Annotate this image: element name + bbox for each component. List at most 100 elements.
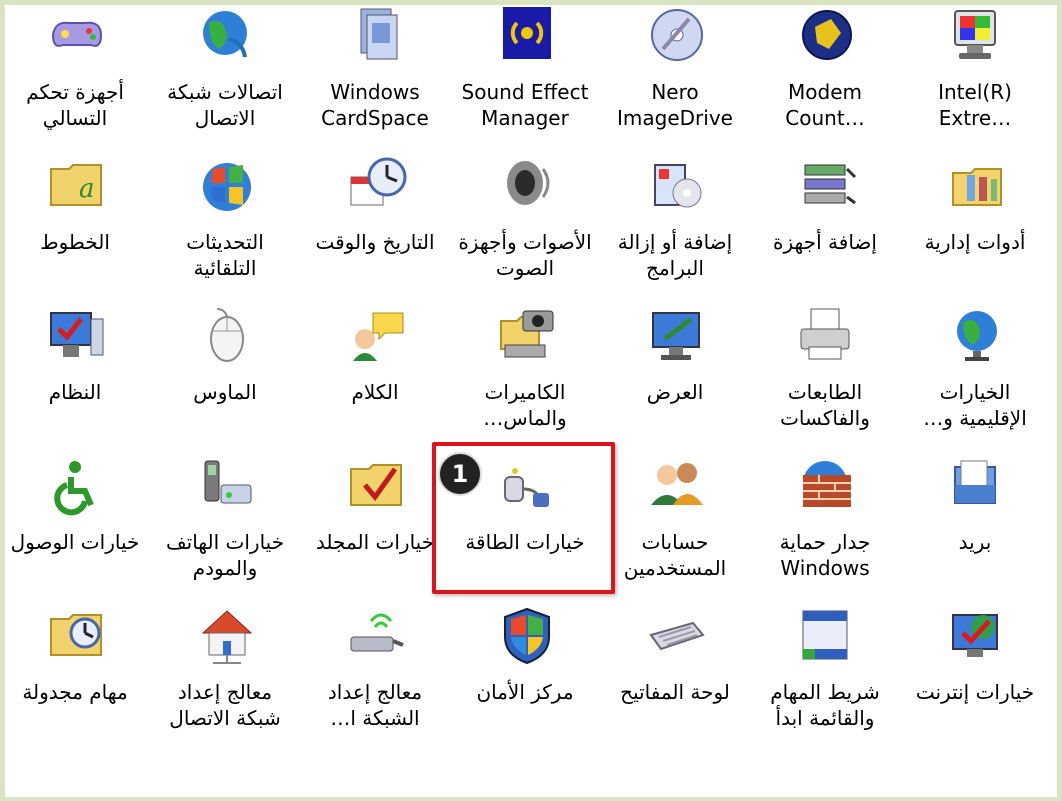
control-panel-item[interactable]: الطابعات والفاكسات	[750, 305, 900, 455]
control-panel-item-label: خيارات إنترنت	[915, 680, 1035, 704]
control-panel-item-label: مركز الأمان	[476, 680, 574, 704]
control-panel-item-label: الكاميرات …والماس	[483, 380, 567, 430]
modem-counter-icon	[795, 5, 859, 69]
control-panel-item-label: إضافة أجهزة	[773, 230, 877, 254]
control-panel-item-label: النظام	[48, 380, 102, 404]
control-panel-item[interactable]: شريط المهام والقائمة ابدأ	[750, 605, 900, 755]
network-house-icon	[195, 605, 259, 669]
wireless-network-icon	[345, 605, 409, 669]
mouse-icon	[195, 305, 259, 369]
control-panel-item[interactable]: خيارات الوصول	[0, 455, 150, 605]
windows-update-icon	[195, 155, 259, 219]
control-panel-window: Intel(R) Extre… Modem Count… Nero ImageDri…	[5, 5, 1057, 797]
control-panel-item[interactable]: الماوس	[150, 305, 300, 455]
control-panel-item[interactable]: Windows CardSpace	[300, 5, 450, 155]
control-panel-item[interactable]: مهام مجدولة	[0, 605, 150, 755]
control-panel-item[interactable]: التاريخ والوقت	[300, 155, 450, 305]
date-time-icon	[345, 155, 409, 219]
control-panel-item-label: جدار حماية Windows	[779, 530, 871, 580]
control-panel-item[interactable]: لوحة المفاتيح	[600, 605, 750, 755]
control-panel-item-label: خيارات الهاتف والمودم	[165, 530, 285, 580]
system-icon	[45, 305, 109, 369]
control-panel-item-label: خيارات المجلد	[315, 530, 435, 554]
control-panel-item[interactable]: إضافة أو إزالة البرامج	[600, 155, 750, 305]
control-panel-item-label: الأصوات وأجهزة الصوت	[458, 230, 592, 280]
control-panel-item[interactable]: العرض	[600, 305, 750, 455]
control-panel-item-label: معالج إعداد …الشبكة ا	[327, 680, 423, 730]
control-panel-item-label: حسابات المستخدمين	[623, 530, 727, 580]
step-number-badge: 1	[438, 452, 482, 496]
keyboard-icon	[645, 605, 709, 669]
speaker-icon	[495, 155, 559, 219]
control-panel-item[interactable]: النظام	[0, 305, 150, 455]
control-panel-item-label: العرض	[646, 380, 704, 404]
nero-disc-icon	[645, 5, 709, 69]
control-panel-item[interactable]: الكلام	[300, 305, 450, 455]
control-panel-item-label: اتصالات شبكة الاتصال	[167, 80, 283, 130]
control-panel-icon-grid: Intel(R) Extre… Modem Count… Nero ImageDri…	[5, 5, 1057, 797]
user-accounts-icon	[645, 455, 709, 519]
add-hardware-icon	[795, 155, 859, 219]
control-panel-item[interactable]: مركز الأمان	[450, 605, 600, 755]
printer-icon	[795, 305, 859, 369]
control-panel-item[interactable]: أجهزة تحكم التسالي	[0, 5, 150, 155]
gamepad-icon	[45, 5, 109, 69]
control-panel-item[interactable]: أدوات إدارية	[900, 155, 1050, 305]
control-panel-item-label: التاريخ والوقت	[315, 230, 435, 254]
control-panel-item[interactable]: Sound Effect Manager	[450, 5, 600, 155]
control-panel-item-label: الماوس	[193, 380, 257, 404]
control-panel-item[interactable]: الكاميرات …والماس	[450, 305, 600, 455]
control-panel-item[interactable]: Intel(R) Extre…	[900, 5, 1050, 155]
cardspace-icon	[345, 5, 409, 69]
control-panel-item[interactable]: خيارات الهاتف والمودم	[150, 455, 300, 605]
control-panel-item[interactable]: جدار حماية Windows	[750, 455, 900, 605]
control-panel-item[interactable]: Nero ImageDrive	[600, 5, 750, 155]
taskbar-icon	[795, 605, 859, 669]
control-panel-item-label: بريد	[958, 530, 992, 554]
control-panel-item-label: شريط المهام والقائمة ابدأ	[770, 680, 880, 730]
display-icon	[645, 305, 709, 369]
control-panel-item-label: معالج إعداد شبكة الاتصال	[169, 680, 281, 730]
scheduled-tasks-icon	[45, 605, 109, 669]
intel-graphics-icon	[945, 5, 1009, 69]
control-panel-item-label: Nero ImageDrive	[617, 80, 733, 130]
regional-globe-icon	[945, 305, 1009, 369]
control-panel-item[interactable]: التحديثات التلقائية	[150, 155, 300, 305]
control-panel-item[interactable]: معالج إعداد …الشبكة ا	[300, 605, 450, 755]
control-panel-item-label: خيارات الوصول	[10, 530, 140, 554]
fonts-folder-icon: a	[45, 155, 109, 219]
control-panel-item[interactable]: a الخطوط	[0, 155, 150, 305]
control-panel-item-label: أدوات إدارية	[924, 230, 1026, 254]
control-panel-item-label: التحديثات التلقائية	[186, 230, 264, 280]
internet-options-icon	[945, 605, 1009, 669]
security-shield-icon	[495, 605, 559, 669]
control-panel-item-label: Modem Count…	[785, 80, 865, 130]
control-panel-item-label: Windows CardSpace	[321, 80, 429, 130]
accessibility-icon	[45, 455, 109, 519]
control-panel-item[interactable]: خيارات المجلد	[300, 455, 450, 605]
control-panel-item-label: الخطوط	[40, 230, 110, 254]
firewall-icon	[795, 455, 859, 519]
control-panel-item-label: مهام مجدولة	[22, 680, 128, 704]
control-panel-item[interactable]: معالج إعداد شبكة الاتصال	[150, 605, 300, 755]
control-panel-item[interactable]: إضافة أجهزة	[750, 155, 900, 305]
network-globe-icon	[195, 5, 259, 69]
control-panel-item[interactable]: الأصوات وأجهزة الصوت	[450, 155, 600, 305]
control-panel-item[interactable]: خيارات إنترنت	[900, 605, 1050, 755]
mail-icon	[945, 455, 1009, 519]
control-panel-item[interactable]: حسابات المستخدمين	[600, 455, 750, 605]
control-panel-item-label: Intel(R) Extre…	[938, 80, 1012, 130]
control-panel-item-label: الخيارات …الإقليمية و	[923, 380, 1027, 430]
admin-tools-icon	[945, 155, 1009, 219]
control-panel-item[interactable]: الخيارات …الإقليمية و	[900, 305, 1050, 455]
control-panel-item[interactable]: اتصالات شبكة الاتصال	[150, 5, 300, 155]
control-panel-item-label: أجهزة تحكم التسالي	[26, 80, 124, 130]
sound-effect-icon	[495, 5, 559, 69]
control-panel-item[interactable]: Modem Count…	[750, 5, 900, 155]
control-panel-item[interactable]: بريد	[900, 455, 1050, 605]
control-panel-item-label: الكلام	[351, 380, 399, 404]
phone-modem-icon	[195, 455, 259, 519]
folder-options-icon	[345, 455, 409, 519]
control-panel-item-label: الطابعات والفاكسات	[780, 380, 870, 430]
control-panel-item-label: إضافة أو إزالة البرامج	[617, 230, 733, 280]
